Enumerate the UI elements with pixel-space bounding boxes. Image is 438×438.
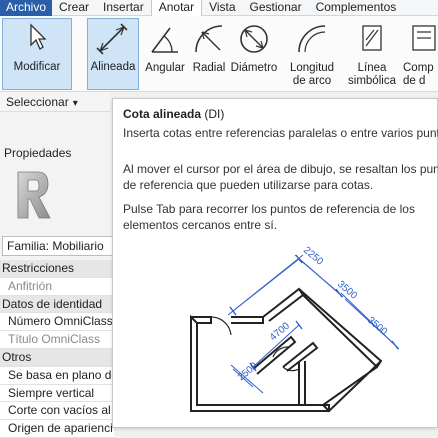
floor-plan-walls	[190, 287, 383, 413]
aligned-dimension-illustration: 2250 3500 3500 4700 2500	[190, 245, 400, 413]
properties-list: Restricciones Anfitrión Datos de identid…	[0, 260, 114, 438]
longitud-arco-button[interactable]: Longitud de arco	[283, 18, 341, 90]
property-origen-apariencia[interactable]: Origen de aparienci	[0, 420, 114, 438]
diametro-label: Diámetro	[230, 62, 278, 74]
componente-button[interactable]: Comp de d	[400, 18, 438, 90]
family-selector[interactable]: Familia: Mobiliario	[2, 236, 114, 256]
property-siempre-vertical[interactable]: Siempre vertical	[0, 384, 114, 403]
property-anfitrion: Anfitrión	[0, 277, 114, 296]
tab-insertar[interactable]: Insertar	[96, 0, 151, 16]
tab-anotar[interactable]: Anotar	[150, 0, 203, 17]
angular-button[interactable]: Angular	[142, 18, 188, 90]
radial-label: Radial	[192, 62, 226, 74]
linea-simbolica-button[interactable]: Línea simbólica	[346, 18, 398, 90]
tab-complementos[interactable]: Complementos	[309, 0, 404, 16]
arc-length-icon	[295, 22, 329, 60]
properties-title: Propiedades	[4, 146, 72, 160]
menu-bar: Archivo Crear Insertar Anotar Vista Gest…	[0, 0, 438, 17]
category-datos-identidad[interactable]: Datos de identidad	[0, 295, 114, 314]
property-corte-vacios[interactable]: Corte con vacíos al c	[0, 402, 114, 421]
modificar-button[interactable]: Modificar	[2, 18, 72, 90]
properties-panel: Propiedades Familia: Mobiliario Restricc…	[0, 112, 114, 438]
diameter-dimension-icon	[237, 22, 271, 60]
longitud-arco-label-2: de arco	[292, 75, 332, 87]
angular-label: Angular	[145, 62, 185, 74]
longitud-arco-label-1: Longitud	[289, 62, 335, 74]
property-numero-omniclass[interactable]: Número OmniClass	[0, 313, 114, 332]
tab-vista[interactable]: Vista	[202, 0, 242, 16]
tab-gestionar[interactable]: Gestionar	[243, 0, 309, 16]
tab-archivo[interactable]: Archivo	[0, 0, 53, 16]
seleccionar-label: Seleccionar	[6, 95, 69, 109]
linea-simbolica-label-1: Línea	[357, 62, 387, 74]
ribbon: Modificar Alineada Angular Radial Diámet…	[0, 16, 438, 92]
dim-label-3500-b: 3500	[365, 315, 389, 338]
tab-crear[interactable]: Crear	[52, 0, 96, 16]
cursor-arrow-icon	[27, 23, 47, 55]
radial-dimension-icon	[192, 22, 226, 60]
seleccionar-panel-label[interactable]: Seleccionar ▾	[0, 92, 110, 112]
dimension-labels: 2250 3500 3500 4700 2500	[236, 245, 390, 383]
category-otros[interactable]: Otros	[0, 348, 114, 367]
aligned-dimension-icon	[96, 23, 130, 61]
tooltip: Cota alineada (DI) Inserta cotas entre r…	[112, 98, 438, 428]
revit-logo-icon	[6, 168, 56, 224]
alineada-label: Alineada	[90, 61, 136, 73]
diametro-button[interactable]: Diámetro	[228, 18, 280, 90]
component-icon	[409, 22, 438, 60]
radial-button[interactable]: Radial	[190, 18, 228, 90]
symbolic-line-icon	[357, 22, 387, 60]
modificar-label: Modificar	[13, 61, 61, 73]
angular-dimension-icon	[148, 22, 182, 60]
property-titulo-omniclass: Título OmniClass	[0, 331, 114, 349]
componente-label-1: Comp	[403, 62, 434, 74]
chevron-down-icon: ▾	[72, 98, 78, 109]
linea-simbolica-label-2: simbólica	[348, 75, 396, 87]
alineada-button[interactable]: Alineada	[87, 18, 139, 90]
category-restricciones[interactable]: Restricciones	[0, 260, 114, 278]
property-se-basa-plano[interactable]: Se basa en plano de	[0, 366, 114, 385]
componente-label-2: de d	[403, 75, 426, 87]
